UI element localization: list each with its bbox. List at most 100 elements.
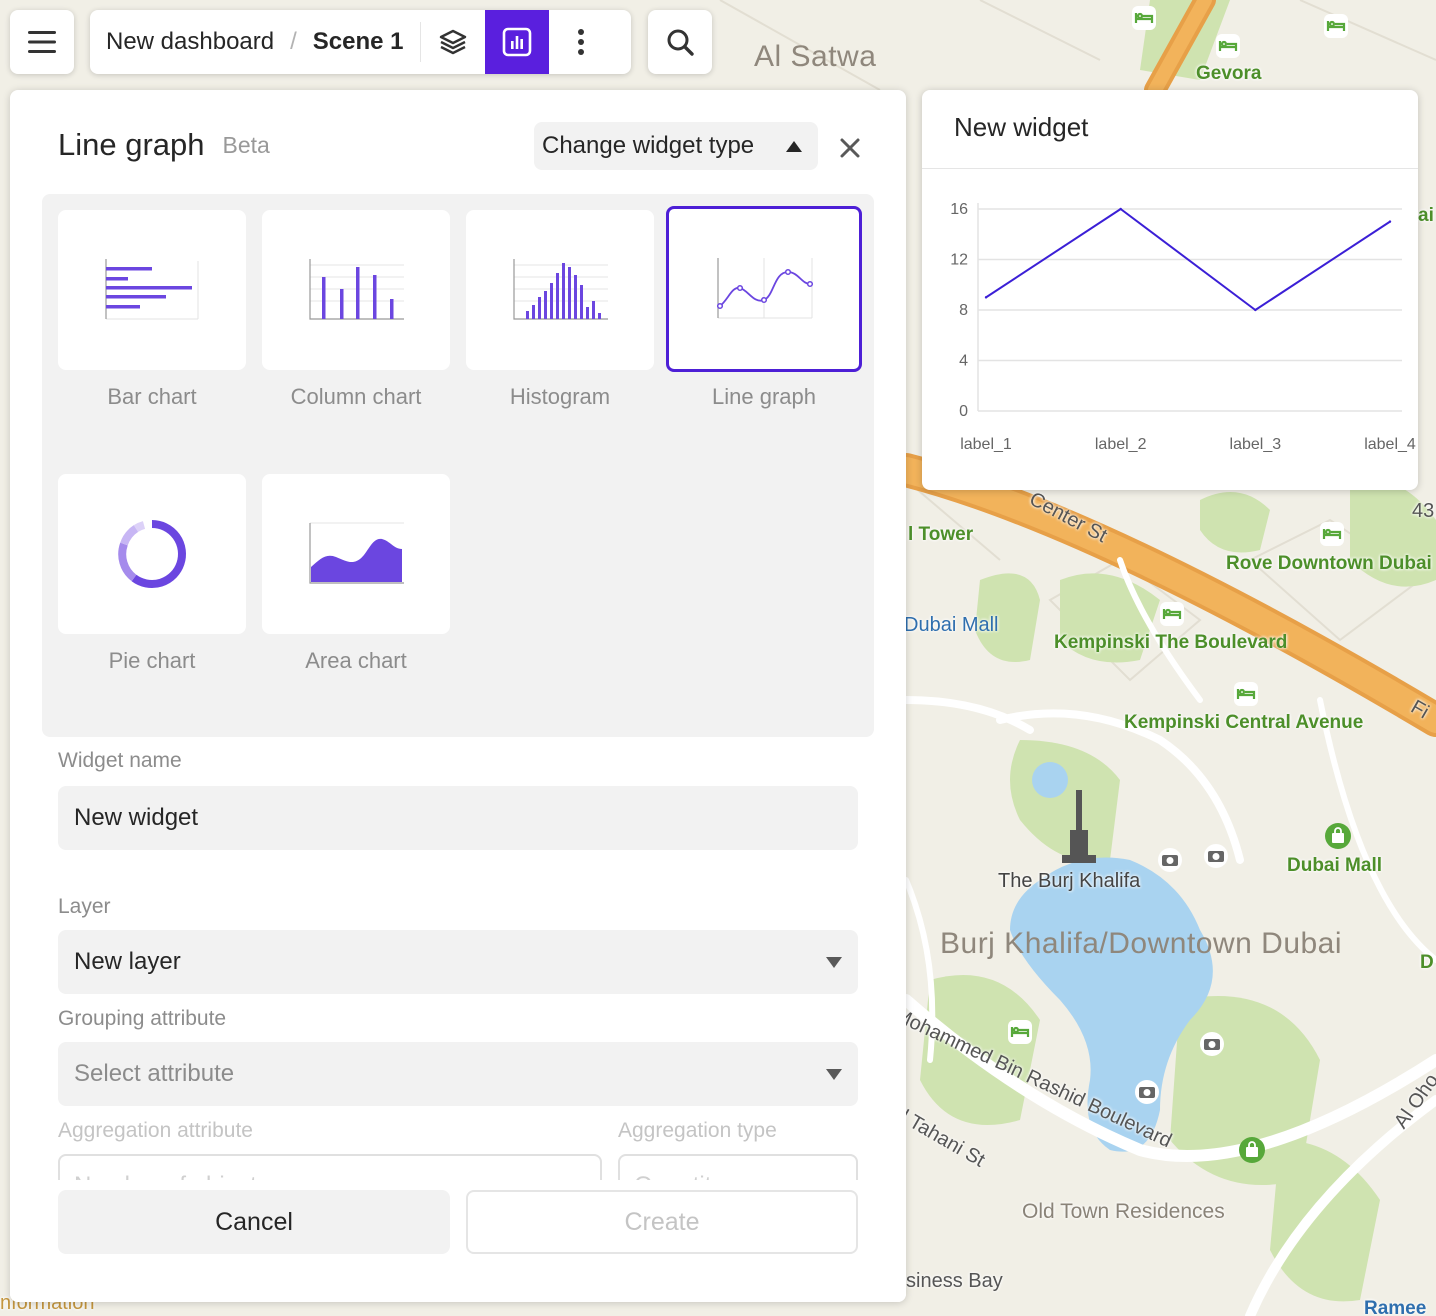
camera-icon[interactable]	[1133, 1078, 1161, 1106]
shopping-bag-icon[interactable]	[1238, 1136, 1266, 1164]
map-label-gevora[interactable]: Gevora	[1196, 63, 1261, 85]
line-chart: 0 4 8 12 16 label_1 label_2 label_3 label_4	[950, 201, 1416, 453]
x-tick-label: label_3	[1230, 436, 1282, 453]
map-label-burj-khalifa[interactable]: The Burj Khalifa	[998, 870, 1140, 893]
grouping-attribute-placeholder: Select attribute	[74, 1060, 235, 1087]
map-label-d[interactable]: D	[1420, 952, 1434, 974]
hotel-icon[interactable]	[1232, 680, 1260, 708]
widget-name-value: New widget	[74, 804, 199, 831]
widget-type-line-graph[interactable]: Line graph	[666, 206, 862, 420]
widget-name-label: Widget name	[58, 749, 182, 772]
layers-icon	[439, 29, 466, 55]
histogram-icon	[513, 259, 608, 320]
pie-chart-icon	[118, 520, 186, 588]
map-label-business-bay: siness Bay	[906, 1270, 1003, 1292]
widget-type-grid: Bar chart Column chart Histogram Line gr…	[42, 194, 874, 737]
widget-type-label: Pie chart	[108, 648, 196, 673]
map-label-tower[interactable]: l Tower	[908, 524, 973, 546]
dropdown-arrow-icon	[826, 956, 842, 968]
widget-editor-panel: Line graph Beta Change widget type Bar c…	[10, 90, 906, 1302]
line-graph-icon	[716, 258, 814, 319]
data-point	[1254, 308, 1257, 312]
breadcrumb-scene[interactable]: Scene 1	[313, 28, 404, 56]
hotel-icon[interactable]	[1006, 1018, 1034, 1046]
hotel-icon[interactable]	[1214, 32, 1242, 60]
main-menu-button[interactable]	[10, 10, 74, 74]
widget-name-input[interactable]: New widget	[58, 786, 858, 850]
hotel-icon[interactable]	[1130, 4, 1158, 32]
map-label-rove[interactable]: Rove Downtown Dubai	[1226, 553, 1432, 575]
widgets-chart-icon	[502, 27, 531, 57]
more-options-button[interactable]	[549, 10, 613, 74]
shopping-bag-icon[interactable]	[1324, 822, 1352, 850]
layers-button[interactable]	[421, 10, 485, 74]
beta-badge: Beta	[222, 131, 270, 158]
map-label-district: Burj Khalifa/Downtown Dubai	[940, 927, 1343, 960]
map-label-ramee[interactable]: Ramee	[1364, 1298, 1426, 1316]
widget-type-tile	[466, 210, 654, 370]
hamburger-icon	[28, 31, 56, 53]
widget-type-column-chart[interactable]: Column chart	[262, 210, 450, 420]
breadcrumb: New dashboard / Scene 1	[90, 10, 420, 74]
panel-title: Line graph	[58, 127, 205, 162]
map-label-43: 43	[1412, 500, 1435, 522]
widget-type-histogram[interactable]: Histogram	[466, 210, 654, 420]
widget-type-area-chart[interactable]: Area chart	[262, 474, 450, 684]
widget-preview-card[interactable]: New widget 0 4 8 12 16 label_1 label_2 label_3 l…	[922, 90, 1418, 490]
camera-icon[interactable]	[1156, 846, 1184, 874]
create-button[interactable]: Create	[466, 1190, 858, 1254]
map-label-kempinski-central[interactable]: Kempinski Central Avenue	[1124, 712, 1363, 734]
widget-type-tile	[58, 210, 246, 370]
data-point	[984, 296, 988, 299]
cancel-button[interactable]: Cancel	[58, 1190, 450, 1254]
y-tick-label: 8	[959, 302, 968, 319]
data-point	[1119, 207, 1122, 211]
change-widget-type-label: Change widget type	[542, 132, 755, 159]
panel-footer: Cancel Create	[10, 1180, 906, 1302]
search-icon	[667, 29, 694, 56]
widget-type-tile	[262, 474, 450, 634]
close-button[interactable]	[834, 132, 866, 164]
breadcrumb-separator: /	[290, 28, 297, 55]
search-button[interactable]	[648, 10, 712, 74]
dropdown-arrow-icon	[826, 1068, 842, 1080]
widget-type-label: Column chart	[290, 384, 422, 409]
dashboard-toolbar: New dashboard / Scene 1	[90, 10, 631, 74]
y-tick-label: 12	[950, 252, 968, 269]
hotel-icon[interactable]	[1158, 600, 1186, 628]
breadcrumb-dashboard[interactable]: New dashboard	[106, 28, 274, 56]
map-label-old-town[interactable]: Old Town Residences	[1022, 1200, 1225, 1224]
widget-type-tile	[58, 474, 246, 634]
hotel-icon[interactable]	[1322, 12, 1350, 40]
hotel-icon[interactable]	[1318, 520, 1346, 548]
layer-select[interactable]: New layer	[58, 930, 858, 994]
x-tick-label: label_2	[1095, 436, 1147, 453]
camera-icon[interactable]	[1198, 1030, 1226, 1058]
widget-type-bar-chart[interactable]: Bar chart	[58, 210, 246, 420]
widget-type-tile	[262, 210, 450, 370]
map-label-dubai-mall[interactable]: Dubai Mall	[1287, 855, 1382, 877]
widget-type-label: Area chart	[305, 648, 407, 673]
area-chart-icon	[309, 522, 404, 584]
aggregation-type-label: Aggregation type	[618, 1119, 777, 1142]
map-label-ai[interactable]: ai	[1418, 205, 1434, 227]
camera-icon[interactable]	[1202, 842, 1230, 870]
x-tick-label: label_4	[1364, 436, 1416, 453]
y-tick-label: 4	[959, 353, 968, 370]
layer-label: Layer	[58, 895, 111, 918]
widget-type-tile	[666, 206, 862, 372]
widgets-button[interactable]	[484, 10, 549, 74]
bar-chart-icon	[105, 259, 199, 320]
grouping-attribute-select[interactable]: Select attribute	[58, 1042, 858, 1106]
widget-type-pie-chart[interactable]: Pie chart	[58, 474, 246, 684]
widget-title: New widget	[954, 112, 1089, 142]
widget-type-label: Line graph	[712, 384, 816, 409]
y-tick-label: 16	[950, 201, 968, 218]
layer-value: New layer	[74, 948, 181, 975]
x-tick-label: label_1	[960, 436, 1012, 453]
column-chart-icon	[309, 259, 404, 320]
change-widget-type-button[interactable]: Change widget type	[534, 122, 818, 170]
map-label-dubai-mall-west[interactable]: Dubai Mall	[904, 614, 998, 637]
aggregation-attribute-label: Aggregation attribute	[58, 1119, 253, 1142]
map-label-kempinski-boulevard[interactable]: Kempinski The Boulevard	[1054, 632, 1287, 654]
